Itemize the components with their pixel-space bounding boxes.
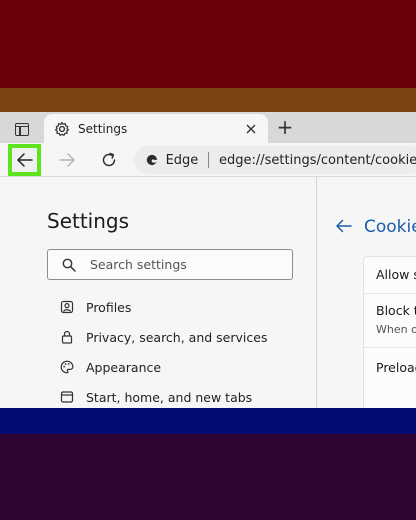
background-band-bottom [0,434,416,520]
home-icon [60,390,74,404]
list-item[interactable]: Block t When or [364,294,416,348]
arrow-left-icon [336,219,352,233]
forward-button[interactable] [54,147,80,173]
sidebar-item-profiles[interactable]: Profiles [60,296,131,318]
sidebar-item-label: Start, home, and new tabs [86,389,253,405]
new-tab-button[interactable]: + [274,116,296,138]
refresh-icon [102,152,116,167]
background-band-blue [0,408,416,434]
panel-divider [316,177,317,408]
list-item-title: Block t [376,303,416,318]
sidebar-item-label: Privacy, search, and services [86,329,268,345]
background-band-top [0,0,416,88]
background-band-orange [0,88,416,112]
list-item-title: Preload [376,360,416,375]
sidebar-item-label: Profiles [86,299,132,315]
refresh-button[interactable] [96,147,122,173]
tab-actions-icon[interactable] [8,118,36,140]
tab-strip: Settings + [0,112,416,143]
site-label: Edge [165,152,199,168]
tab-settings[interactable]: Settings [44,114,268,143]
back-button[interactable] [8,144,41,176]
cookies-settings-card: Allow s Block t When or Preload [363,256,416,408]
sidebar-item-appearance[interactable]: Appearance [60,356,161,378]
list-item[interactable]: Preload [364,348,416,408]
list-item-title: Allow s [376,267,416,282]
edge-logo-icon [146,154,157,166]
search-icon [62,258,76,272]
page-content: Settings Profiles Privacy, search, and s… [0,177,416,408]
search-input[interactable] [90,257,280,272]
toolbar: Edge edge://settings/content/cookies [0,143,416,177]
arrow-left-icon [16,153,33,167]
browser-window: Settings + Edge edge://settings/content/… [0,112,416,408]
sidebar-item-privacy[interactable]: Privacy, search, and services [60,326,267,348]
arrow-right-icon [59,153,75,167]
tab-title: Settings [78,121,128,136]
sidebar-item-label: Appearance [86,359,162,375]
address-bar[interactable]: Edge edge://settings/content/cookies [134,146,416,174]
lock-icon [60,330,74,344]
palette-icon [60,360,74,374]
settings-sidebar: Settings Profiles Privacy, search, and s… [0,177,316,408]
profile-icon [60,300,74,314]
cookies-back-button[interactable] [333,215,355,237]
gear-icon [54,121,70,137]
sidebar-item-start-home[interactable]: Start, home, and new tabs [60,386,252,408]
url-text[interactable]: edge://settings/content/cookies [219,153,416,168]
address-separator [208,152,210,168]
list-item[interactable]: Allow s [364,257,416,294]
page-title: Settings [47,209,130,233]
close-icon[interactable] [242,120,260,138]
search-box[interactable] [47,249,293,280]
cookies-page-title: Cookie [364,217,416,237]
list-item-subtitle: When or [376,323,416,336]
